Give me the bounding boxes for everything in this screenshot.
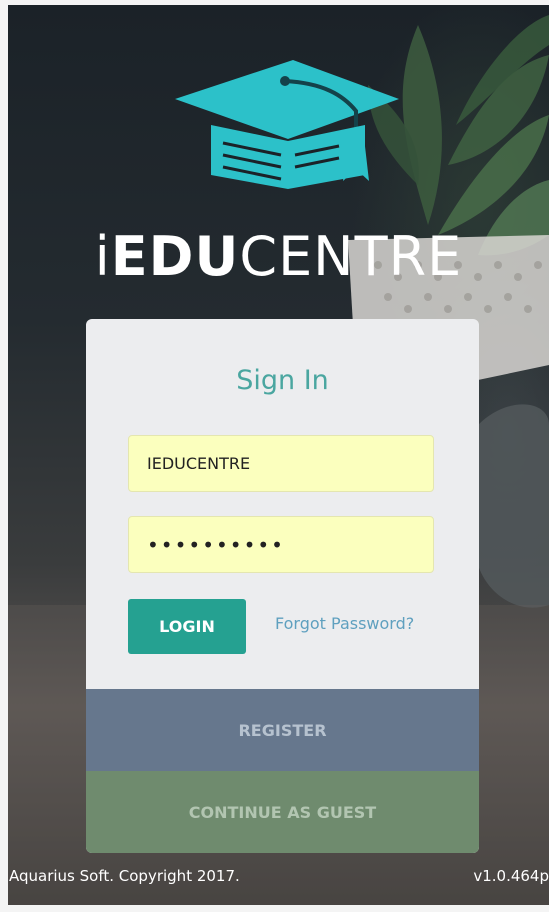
brand-light: CENTRE (239, 225, 463, 288)
app-logo-text: iEDUCENTRE (8, 223, 549, 291)
sign-in-title: Sign In (236, 365, 329, 396)
continue-as-guest-button[interactable]: CONTINUE AS GUEST (86, 771, 479, 853)
username-field[interactable] (128, 435, 434, 492)
password-field[interactable] (128, 516, 434, 573)
brand-prefix: i (94, 225, 111, 288)
copyright-text: Aquarius Soft. Copyright 2017. (9, 867, 240, 885)
login-screen: iEDUCENTRE Sign In LOGIN Forgot Password… (8, 5, 549, 905)
register-button[interactable]: REGISTER (86, 689, 479, 771)
brand-bold: EDU (110, 225, 240, 288)
login-button[interactable]: LOGIN (128, 599, 246, 654)
graduation-cap-book-icon (175, 60, 399, 189)
sign-in-card: Sign In LOGIN Forgot Password? REGISTER … (86, 319, 479, 853)
forgot-password-link[interactable]: Forgot Password? (275, 614, 414, 633)
version-text: v1.0.464p (473, 867, 549, 885)
